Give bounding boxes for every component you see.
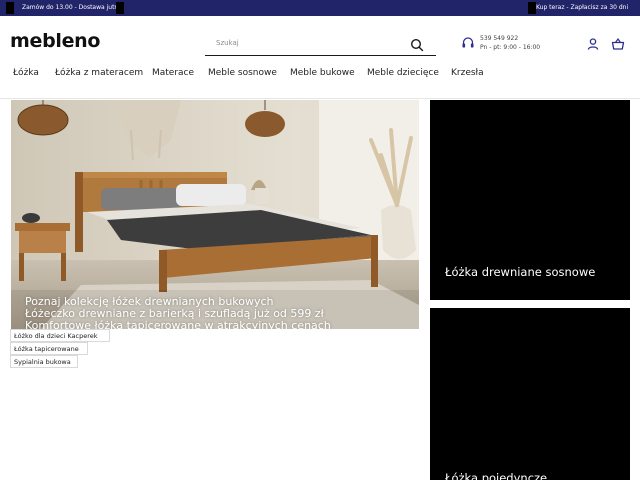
search-input[interactable]: Szukaj [216,39,239,47]
tag-upholstered[interactable]: Łóżka tapicerowane [10,342,88,355]
basket-icon[interactable] [611,37,625,51]
tag-beech-bedroom[interactable]: Sypialnia bukowa [10,355,78,368]
user-icon[interactable] [586,37,600,51]
category-card-pine-beds[interactable]: Łóżka drewniane sosnowe [430,100,630,300]
contact-info[interactable]: 539 549 922 Pn - pt: 9:00 - 16:00 [461,34,571,54]
nav-item-materace[interactable]: Materace [152,68,194,78]
category-card-title: Łóżka pojedyncze [445,471,548,480]
promo-delivery[interactable]: Zamów do 13.00 - Dostawa jutro [14,2,124,14]
promo-marker-left-end [116,2,124,14]
contact-hours: Pn - pt: 9:00 - 16:00 [480,44,541,51]
top-promo-bar: Zamów do 13.00 - Dostawa jutro Kup teraz… [0,0,640,16]
contact-phone[interactable]: 539 549 922 [480,35,518,42]
nav-item-krzesla[interactable]: Krzesła [451,68,484,78]
promo-pay-later[interactable]: Kup teraz - Zapłacisz za 30 dni [528,2,640,14]
nav-item-meble-sosnowe[interactable]: Meble sosnowe [208,68,277,78]
site-logo[interactable]: mebleno [10,30,100,52]
nav-item-meble-bukowe[interactable]: Meble bukowe [290,68,355,78]
hero-banner[interactable]: Poznaj kolekcję łóżek drewnianych bukowy… [11,100,419,329]
header-divider [0,98,640,99]
nav-item-lozka[interactable]: Łóżka [13,68,39,78]
hero-caption-upholstered[interactable]: Komfortowe łóżka tapicerowane w atrakcyj… [25,319,331,329]
nav-item-meble-dzieciece[interactable]: Meble dziecięce [367,68,439,78]
site-header: mebleno Szukaj 539 549 922 Pn - pt: 9:00… [0,16,640,68]
nav-item-lozka-z-materacem[interactable]: Łóżka z materacem [55,68,143,78]
search-bar[interactable]: Szukaj [205,35,436,56]
category-card-title: Łóżka drewniane sosnowe [445,265,596,279]
promo-marker-left [6,2,14,14]
main-nav: Łóżka Łóżka z materacem Materace Meble s… [0,64,640,84]
search-icon[interactable] [410,38,424,52]
category-card-single-beds[interactable]: Łóżka pojedyncze [430,308,630,480]
tag-kacperek[interactable]: Łóżko dla dzieci Kacperek [10,329,110,342]
headset-icon [462,37,474,48]
